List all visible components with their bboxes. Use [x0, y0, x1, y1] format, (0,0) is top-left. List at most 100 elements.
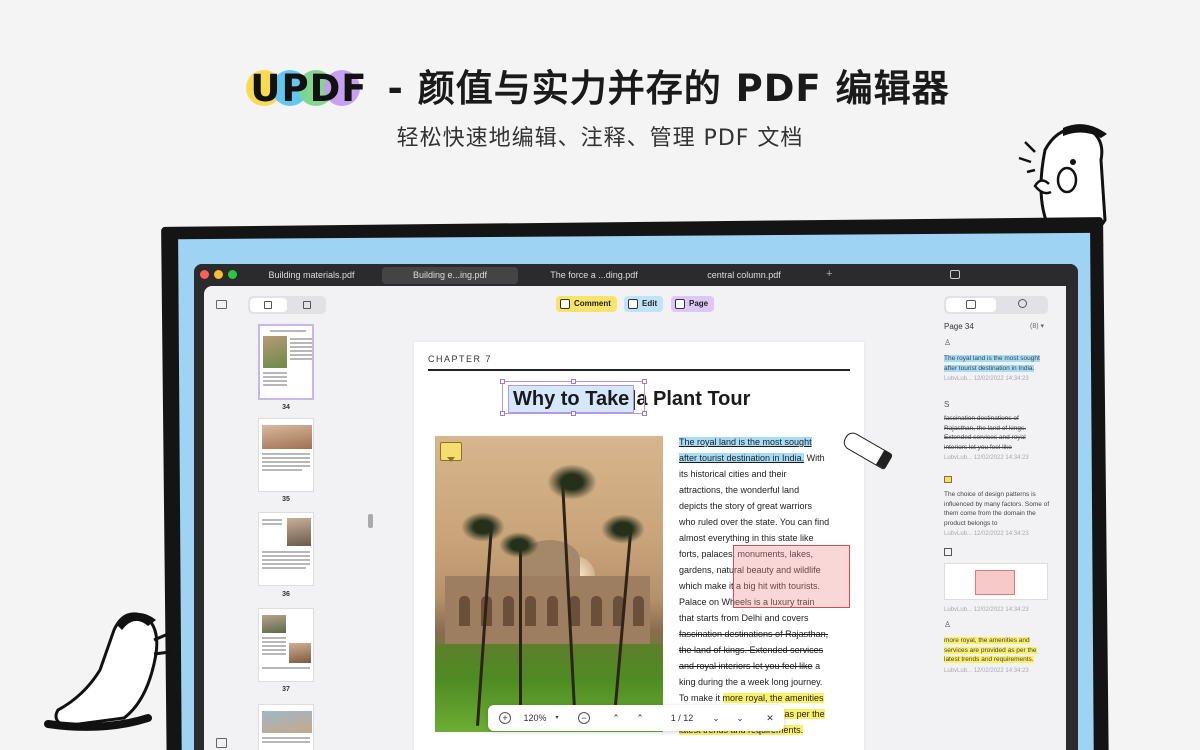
thumbnails-icon[interactable]	[264, 301, 272, 309]
body-text-line[interactable]: that starts from Delhi and covers	[679, 610, 851, 626]
annotation-panel-switch	[944, 296, 1048, 314]
page-icon	[675, 299, 685, 309]
body-text-line[interactable]: attractions, the wonderful land	[679, 482, 851, 498]
body-text-segment: depicts the story of great warriors	[679, 501, 813, 511]
updf-logo: UPDF	[246, 67, 367, 110]
thumbnail-page-number: 36	[282, 591, 290, 598]
tab-building-engineering[interactable]: Building e...ing.pdf	[382, 267, 518, 284]
page-thumbnail[interactable]	[258, 418, 314, 492]
page-navigation-bar: + 120% ▾ − ⌃ ⌃ 1 / 12 ⌄ ⌄ ✕	[488, 705, 784, 731]
edit-icon	[628, 299, 638, 309]
body-text-line[interactable]: its historical cities and their	[679, 466, 851, 482]
pushing-character-illustration	[44, 612, 171, 731]
bookmark-icon[interactable]	[216, 738, 227, 748]
annotation-item[interactable]: fascination destinations of Rajasthan, t…	[944, 414, 1050, 464]
body-text-line[interactable]: after tourist destination in India. With	[679, 450, 851, 466]
zoom-dropdown-icon[interactable]: ▾	[552, 710, 562, 726]
body-text-segment: that starts from Delhi and covers	[679, 613, 809, 623]
body-text-segment: and royal interiors let you feel like	[679, 661, 813, 671]
last-page-icon[interactable]: ⌄	[734, 710, 746, 726]
annotation-count[interactable]: (8) ▾	[1030, 322, 1044, 330]
annotation-shape-preview[interactable]	[944, 563, 1048, 600]
sticky-note-icon[interactable]	[440, 442, 462, 462]
previous-page-icon[interactable]: ⌃	[634, 710, 646, 726]
edit-label: Edit	[642, 299, 658, 308]
zoom-in-button[interactable]: +	[499, 712, 511, 724]
body-text-segment: attractions, the wonderful land	[679, 485, 800, 495]
annotation-item[interactable]: LubvLub... 12/02/2022 14:34:23	[944, 604, 1050, 616]
search-icon[interactable]	[1018, 299, 1027, 308]
comments-list-icon[interactable]	[966, 300, 976, 309]
add-tab-button[interactable]: +	[826, 268, 832, 280]
page-label: Page	[689, 299, 709, 308]
zoom-out-button[interactable]: −	[578, 712, 590, 724]
annotation-count-text: (8)	[1030, 323, 1039, 330]
page-thumbnail[interactable]	[258, 512, 314, 586]
page-thumbnail[interactable]	[258, 608, 314, 682]
body-text-line[interactable]: To make it more royal, the amenities	[679, 690, 851, 706]
body-text-line[interactable]: and royal interiors let you feel like a	[679, 658, 851, 674]
body-text-line[interactable]: almost everything in this state like	[679, 530, 851, 546]
tab-building-materials[interactable]: Building materials.pdf	[254, 267, 369, 284]
page-thumbnail[interactable]	[258, 324, 314, 400]
zoom-level[interactable]: 120%	[518, 710, 552, 726]
annotation-item[interactable]: The choice of design patterns is influen…	[944, 490, 1050, 540]
body-text-segment: fascination destinations of Rajasthan,	[679, 629, 829, 639]
body-text-line[interactable]: fascination destinations of Rajasthan,	[679, 626, 851, 642]
app-body: 34 35 36 37 Comment Edit Page CHAPTER 7 …	[204, 286, 1066, 750]
title-rest-text[interactable]: a Plant Tour	[636, 388, 750, 410]
body-text-segment: after tourist destination in India.	[679, 453, 805, 463]
body-text-line[interactable]: king during the a week long journey.	[679, 674, 851, 690]
annotation-item[interactable]: more royal, the amenities and services a…	[944, 636, 1050, 676]
comment-label: Comment	[574, 299, 611, 308]
next-page-icon[interactable]: ⌄	[710, 710, 722, 726]
folder-icon[interactable]	[216, 300, 227, 309]
body-text-line[interactable]: who ruled over the state. You can find	[679, 514, 851, 530]
annotation-meta: LubvLub... 12/02/2022 14:34:23	[944, 376, 1029, 382]
palace-photo[interactable]	[435, 436, 663, 732]
thumbnail-view-switch	[248, 296, 326, 314]
annotation-item[interactable]: The royal land is the most sought after …	[944, 354, 1050, 385]
rectangle-annotation[interactable]	[733, 545, 850, 608]
annotation-panel: Page 34 (8) ▾ ♙ The royal land is the mo…	[934, 286, 1066, 750]
annotation-meta: LubvLub... 12/02/2022 14:34:23	[944, 455, 1029, 461]
page-indicator[interactable]: 1 / 12	[662, 710, 702, 726]
rectangle-icon	[944, 548, 952, 556]
body-text-segment: The royal land is the most sought	[679, 437, 812, 447]
tab-the-force[interactable]: The force a ...ding.pdf	[534, 267, 654, 284]
body-text-segment: With	[804, 453, 825, 463]
body-text-segment: almost everything in this state like	[679, 533, 814, 543]
zoom-window-button[interactable]	[228, 270, 237, 279]
annotation-text: more royal, the amenities and services a…	[944, 637, 1037, 663]
page-thumbnail[interactable]	[258, 704, 314, 750]
comment-mode-button[interactable]: Comment	[556, 296, 617, 312]
page-mode-button[interactable]: Page	[671, 296, 715, 312]
hero-headline: UPDF - 颜值与实力并存的 PDF 编辑器	[0, 58, 1200, 112]
edit-mode-button[interactable]: Edit	[624, 296, 664, 312]
body-text-segment: To make it	[679, 693, 723, 703]
body-text-line[interactable]: the land of kings. Extended services	[679, 642, 851, 658]
body-text-segment: the land of kings. Extended services	[679, 645, 824, 655]
bookmarks-icon[interactable]	[303, 301, 311, 309]
thumbnail-pane: 34 35 36 37	[238, 286, 373, 750]
sidebar-toggle-icon[interactable]	[950, 270, 960, 279]
strikethrough-icon: S	[944, 400, 950, 409]
minimize-window-button[interactable]	[214, 270, 223, 279]
annotation-meta: LubvLub... 12/02/2022 14:34:23	[944, 667, 1029, 674]
annotation-page-label: Page 34	[944, 322, 974, 331]
thumbnail-page-number: 37	[282, 686, 290, 693]
body-text-segment: king during the a week long journey.	[679, 677, 823, 687]
pane-resize-handle[interactable]	[368, 514, 373, 528]
annotation-meta: LubvLub... 12/02/2022 14:34:23	[944, 531, 1029, 537]
tab-central-column[interactable]: central column.pdf	[684, 267, 804, 284]
close-window-button[interactable]	[200, 270, 209, 279]
close-bar-button[interactable]: ✕	[764, 710, 776, 726]
first-page-icon[interactable]: ⌃	[610, 710, 622, 726]
title-selection-box[interactable]	[500, 379, 647, 416]
body-text-line[interactable]: The royal land is the most sought	[679, 434, 851, 450]
annotation-text: fascination destinations of Rajasthan, t…	[944, 415, 1027, 451]
body-text-segment: who ruled over the state. You can find	[679, 517, 830, 527]
annotation-meta: LubvLub... 12/02/2022 14:34:23	[944, 607, 1029, 613]
left-toolbar	[204, 286, 238, 750]
body-text-line[interactable]: depicts the story of great warriors	[679, 498, 851, 514]
